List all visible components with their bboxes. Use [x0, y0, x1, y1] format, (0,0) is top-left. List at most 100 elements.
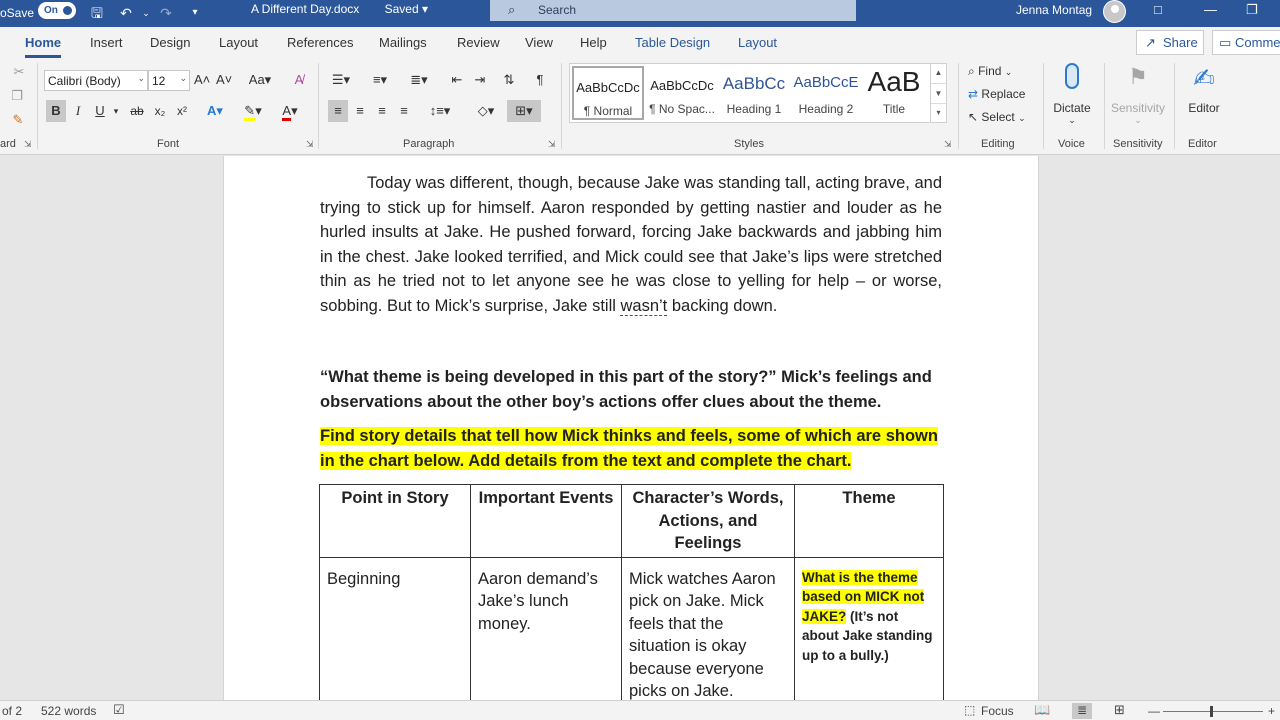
read-mode-icon[interactable]: 📖 [1034, 702, 1050, 718]
table-header-cell[interactable]: Important Events [470, 484, 622, 558]
save-icon[interactable]: 🖫 [88, 3, 106, 23]
italic-button[interactable]: I [68, 100, 88, 122]
tab-home[interactable]: Home [25, 35, 62, 58]
tab-design[interactable]: Design [150, 35, 190, 50]
styles-launcher-icon[interactable]: ⇲ [944, 139, 952, 150]
format-painter-icon[interactable]: ✎ [8, 109, 28, 131]
page-count[interactable]: of 2 [2, 704, 22, 718]
ribbon-display-icon[interactable]: □ [1154, 2, 1162, 17]
print-layout-icon[interactable]: ≣ [1072, 703, 1092, 719]
sensitivity-button[interactable]: ⚑ Sensitivity ⌄ [1108, 63, 1168, 126]
undo-icon[interactable]: ↶ [117, 3, 135, 23]
table-header-cell[interactable]: Point in Story [319, 484, 471, 558]
align-right-icon[interactable]: ≡ [372, 100, 392, 122]
grow-font-icon[interactable]: A˄ [194, 69, 210, 91]
find-button[interactable]: ⌕ Find ⌄ [968, 64, 1012, 79]
table-cell-events[interactable]: Aaron demand’s Jake’s lunch money. [470, 556, 622, 700]
focus-button[interactable]: Focus [981, 704, 1014, 718]
tab-layout[interactable]: Layout [219, 35, 258, 50]
restore-icon[interactable]: ❐ [1246, 2, 1258, 18]
proofing-icon[interactable]: ☑ [113, 702, 125, 718]
share-button[interactable]: ↗ Share [1136, 30, 1204, 55]
zoom-slider-thumb[interactable] [1210, 706, 1213, 717]
line-spacing-icon[interactable]: ↕≡▾ [424, 100, 456, 122]
style-heading-1[interactable]: AaBbCc Heading 1 [718, 66, 790, 120]
zoom-slider[interactable] [1163, 711, 1263, 712]
justify-icon[interactable]: ≡ [394, 100, 414, 122]
table-cell-point[interactable]: Beginning [319, 556, 471, 700]
strikethrough-button[interactable]: ab [127, 100, 147, 122]
bullets-icon[interactable]: ☰▾ [328, 69, 354, 91]
borders-icon[interactable]: ⊞▾ [507, 100, 541, 122]
style-preview: AaBbCcE [793, 74, 859, 91]
table-header-cell[interactable]: Theme [794, 484, 944, 558]
table-cell-character[interactable]: Mick watches Aaron pick on Jake. Mick fe… [621, 556, 795, 700]
align-center-icon[interactable]: ≡ [350, 100, 370, 122]
spelling-flag-word[interactable]: wasn’t [620, 296, 668, 316]
show-formatting-icon[interactable]: ¶ [531, 69, 549, 91]
editor-button[interactable]: ✍ Editor [1180, 63, 1228, 115]
style-heading-2[interactable]: AaBbCcE Heading 2 [790, 66, 862, 120]
scroll-up-icon[interactable]: ▲ [931, 63, 946, 83]
autosave-toggle[interactable]: On [38, 2, 76, 19]
undo-dropdown-icon[interactable]: ⌄ [137, 3, 155, 23]
tab-view[interactable]: View [525, 35, 553, 50]
font-launcher-icon[interactable]: ⇲ [306, 139, 314, 150]
redo-icon[interactable]: ↷ [157, 3, 175, 23]
superscript-button[interactable]: x² [172, 100, 192, 122]
shading-icon[interactable]: ◇▾ [470, 100, 502, 122]
numbering-icon[interactable]: ≡▾ [366, 69, 394, 91]
zoom-in-icon[interactable]: + [1268, 704, 1275, 718]
shrink-font-icon[interactable]: A˅ [216, 69, 232, 91]
highlight-color-icon[interactable]: ✎▾ [238, 100, 268, 122]
user-avatar-icon[interactable] [1103, 0, 1126, 23]
document-title[interactable]: A Different Day.docx Saved ▾ [251, 2, 428, 16]
subscript-button[interactable]: x₂ [150, 100, 170, 122]
change-case-icon[interactable]: Aa▾ [246, 69, 274, 91]
tab-table-design[interactable]: Table Design [635, 35, 710, 50]
copy-icon[interactable]: ❐ [8, 85, 26, 107]
font-name-combo[interactable]: Calibri (Body) ⌄ [44, 70, 148, 91]
underline-dropdown-icon[interactable]: ▾ [110, 100, 122, 122]
tab-review[interactable]: Review [457, 35, 500, 50]
increase-indent-icon[interactable]: ⇥ [470, 69, 490, 91]
word-count[interactable]: 522 words [41, 704, 96, 718]
multilevel-list-icon[interactable]: ≣▾ [405, 69, 433, 91]
decrease-indent-icon[interactable]: ⇤ [447, 69, 467, 91]
scroll-down-icon[interactable]: ▼ [931, 83, 946, 103]
document-page[interactable]: Today was different, though, because Jak… [223, 156, 1039, 700]
table-header-cell[interactable]: Character’s Words, Actions, and Feelings [621, 484, 795, 558]
dictate-button[interactable]: Dictate ⌄ [1050, 63, 1094, 126]
clear-formatting-icon[interactable]: A̸ [290, 69, 308, 91]
align-left-icon[interactable]: ≡ [328, 100, 348, 122]
styles-scroll[interactable]: ▲ ▼ ▾ [930, 63, 946, 123]
clipboard-launcher-icon[interactable]: ⇲ [24, 139, 32, 150]
tab-mailings[interactable]: Mailings [379, 35, 427, 50]
bold-button[interactable]: B [46, 100, 66, 122]
text-effects-icon[interactable]: A▾ [201, 100, 229, 122]
font-size-combo[interactable]: 12 ⌄ [148, 70, 190, 91]
user-name[interactable]: Jenna Montag [1016, 3, 1092, 17]
minimize-icon[interactable]: — [1204, 2, 1217, 17]
font-color-icon[interactable]: A▾ [275, 100, 305, 122]
tab-help[interactable]: Help [580, 35, 607, 50]
tab-table-layout[interactable]: Layout [738, 35, 777, 50]
underline-button[interactable]: U [90, 100, 110, 122]
comments-button[interactable]: ▭ Comme [1212, 30, 1280, 55]
style-no-spacing[interactable]: AaBbCcDc ¶ No Spac... [646, 66, 718, 120]
style-title[interactable]: AaB Title [858, 66, 930, 120]
style-normal[interactable]: AaBbCcDc ¶ Normal [572, 66, 644, 120]
paragraph-launcher-icon[interactable]: ⇲ [548, 139, 556, 150]
web-layout-icon[interactable]: ⊞ [1114, 702, 1125, 718]
sort-icon[interactable]: ⇅ [498, 69, 520, 91]
tab-insert[interactable]: Insert [90, 35, 123, 50]
styles-more-icon[interactable]: ▾ [931, 103, 946, 121]
table-cell-theme[interactable]: What is the theme based on MICK not JAKE… [794, 556, 944, 700]
zoom-out-icon[interactable]: — [1148, 704, 1160, 718]
tab-references[interactable]: References [287, 35, 353, 50]
cut-icon[interactable]: ✂ [10, 61, 28, 83]
replace-button[interactable]: ⇄ Replace [968, 87, 1025, 101]
select-button[interactable]: ↖ Select ⌄ [968, 110, 1026, 124]
search-box[interactable]: ⌕ Search [490, 0, 856, 21]
customize-toolbar-icon[interactable]: ▾ [186, 3, 204, 23]
